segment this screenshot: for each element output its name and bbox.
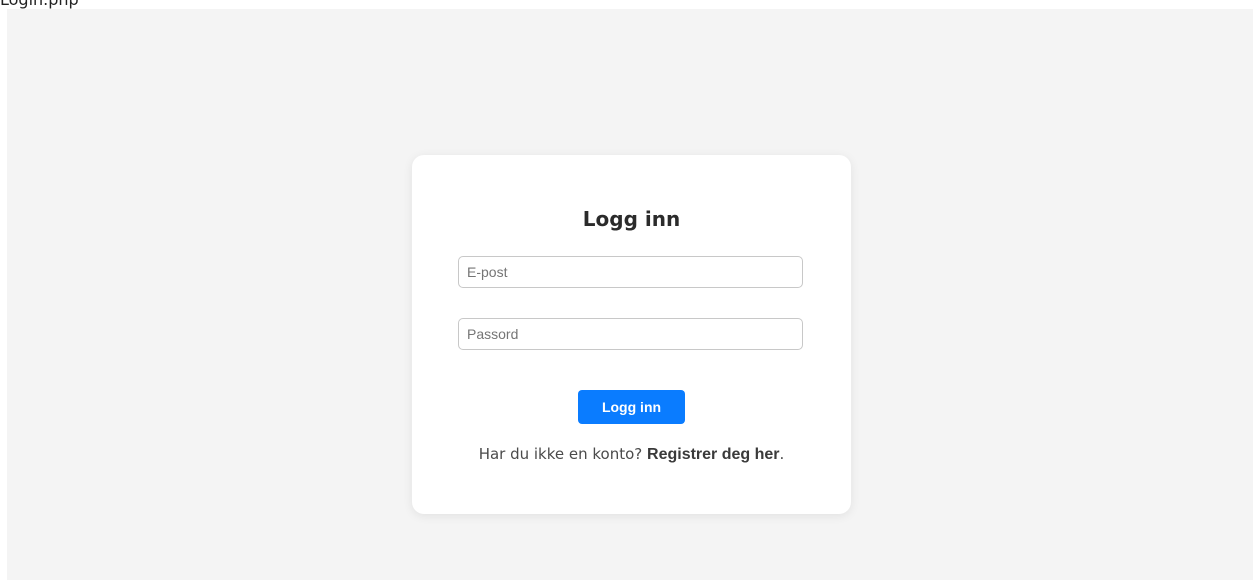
page-background: Logg inn Logg inn Har du ikke en konto? … [7, 9, 1253, 580]
register-prompt-text: Har du ikke en konto? [478, 445, 648, 463]
login-button[interactable]: Logg inn [578, 390, 685, 424]
page-name-label: Login.php [0, 0, 79, 9]
register-link[interactable]: Registrer deg her [647, 446, 779, 463]
login-card: Logg inn Logg inn Har du ikke en konto? … [412, 155, 851, 514]
register-suffix: . [779, 445, 785, 463]
register-prompt: Har du ikke en konto? Registrer deg her. [412, 444, 851, 465]
email-input[interactable] [458, 256, 803, 288]
password-input[interactable] [458, 318, 803, 350]
login-title: Logg inn [582, 207, 681, 231]
